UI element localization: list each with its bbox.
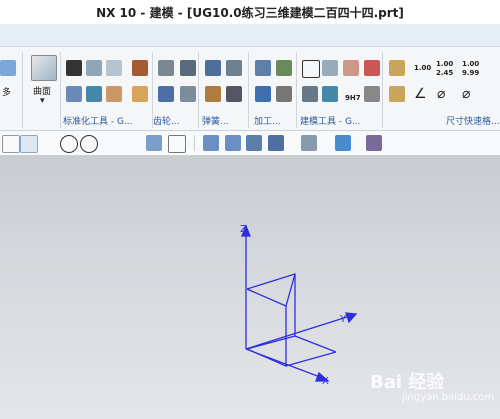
dim-b-top[interactable]: 1.00 [436,60,453,68]
divider [382,52,383,128]
point-icon[interactable] [146,135,162,151]
y-axis-label: Y [340,314,347,325]
paint-icon[interactable] [366,135,382,151]
gear-icon[interactable] [158,60,174,76]
ribbon-tab-strip [0,24,500,47]
dim-c-bottom[interactable]: 9.99 [462,69,479,77]
spring-icon[interactable] [205,86,221,102]
quadrant-icon[interactable] [80,135,98,153]
divider [60,52,61,128]
rotate-icon[interactable] [0,60,16,76]
bolt-icon[interactable] [389,86,405,102]
curve-icon[interactable] [2,135,20,153]
machining-icon[interactable] [276,86,292,102]
wcs-origin [241,224,358,382]
tool-icon[interactable] [86,60,102,76]
table-icon[interactable] [343,60,359,76]
tangent-icon[interactable] [40,135,56,151]
refresh-icon[interactable] [246,135,262,151]
machining-icon[interactable] [255,60,271,76]
dim-c-top[interactable]: 1.00 [462,60,479,68]
render-icon[interactable] [301,135,317,151]
group-label-standard[interactable]: 标准化工具 - G... [63,114,133,127]
x-axis-label: X [322,376,329,387]
dim-b-bottom[interactable]: 2.45 [436,69,453,77]
chevron-down-icon[interactable]: ▾ [40,96,45,106]
spring-icon[interactable] [205,60,221,76]
part-edge [285,273,296,307]
diameter-icon[interactable]: ⌀ [462,86,470,102]
y-axis [245,316,348,350]
line-icon[interactable] [124,135,140,151]
bolt-icon[interactable] [389,60,405,76]
tool-icon[interactable] [106,86,122,102]
diameter-icon[interactable]: ⌀ [437,86,445,102]
center-snap-icon[interactable] [60,135,78,153]
intersect-icon[interactable] [104,135,120,151]
gear-icon[interactable] [180,86,196,102]
tool-icon[interactable] [86,86,102,102]
divider [248,52,249,128]
divider [296,52,297,128]
gear-icon[interactable] [180,60,196,76]
part-edge [246,273,296,350]
part-tag[interactable]: 9H7 [345,94,361,102]
spring-icon[interactable] [226,60,242,76]
tool-icon[interactable] [364,86,380,102]
tool-icon[interactable] [132,60,148,76]
table-icon[interactable] [364,60,380,76]
tool-icon[interactable] [132,86,148,102]
watermark-url: jingyan.baidu.com [402,392,495,403]
machining-icon[interactable] [276,60,292,76]
view-icon[interactable] [268,135,284,151]
divider [194,135,195,151]
title-bar: NX 10 - 建模 - [UG10.0练习三维建模二百四十四.prt] [0,0,500,24]
gear-icon[interactable] [158,86,174,102]
group-label-modeling[interactable]: 建模工具 - G... [300,114,361,127]
group-label-dimension[interactable]: 尺寸快速格... [446,114,500,127]
surface-icon[interactable] [31,55,57,81]
spring-icon[interactable] [226,86,242,102]
grid-icon[interactable] [168,135,186,153]
window-title: NX 10 - 建模 - [UG10.0练习三维建模二百四十四.prt] [96,6,404,20]
divider [198,52,199,128]
dim-a[interactable]: 1.00 [414,64,431,72]
watermark-logo: Bai 经验 [370,372,445,393]
part-edge [246,288,287,367]
cube-icon[interactable] [335,135,351,151]
tool-icon[interactable] [66,60,82,76]
tool-icon[interactable] [302,86,318,102]
tool-icon[interactable] [106,60,122,76]
view-icon[interactable] [203,135,219,151]
spline-icon[interactable] [20,135,38,153]
z-axis-label: Z [240,224,247,235]
y-arrow [345,312,358,324]
part-edge [294,335,337,353]
divider [22,52,23,128]
tool-icon[interactable] [322,86,338,102]
group-label-gear[interactable]: 齿轮... [153,114,180,127]
part-edge [285,351,337,367]
group-label-spring[interactable]: 弹簧... [202,114,229,127]
more-label[interactable]: 多 [2,85,11,98]
triangle-icon[interactable] [302,60,320,78]
view-icon[interactable] [225,135,241,151]
table-icon[interactable] [322,60,338,76]
tool-icon[interactable] [66,86,82,102]
machining-icon[interactable] [255,86,271,102]
angle-icon[interactable]: ∠ [414,86,427,102]
group-label-machining[interactable]: 加工... [254,114,281,127]
